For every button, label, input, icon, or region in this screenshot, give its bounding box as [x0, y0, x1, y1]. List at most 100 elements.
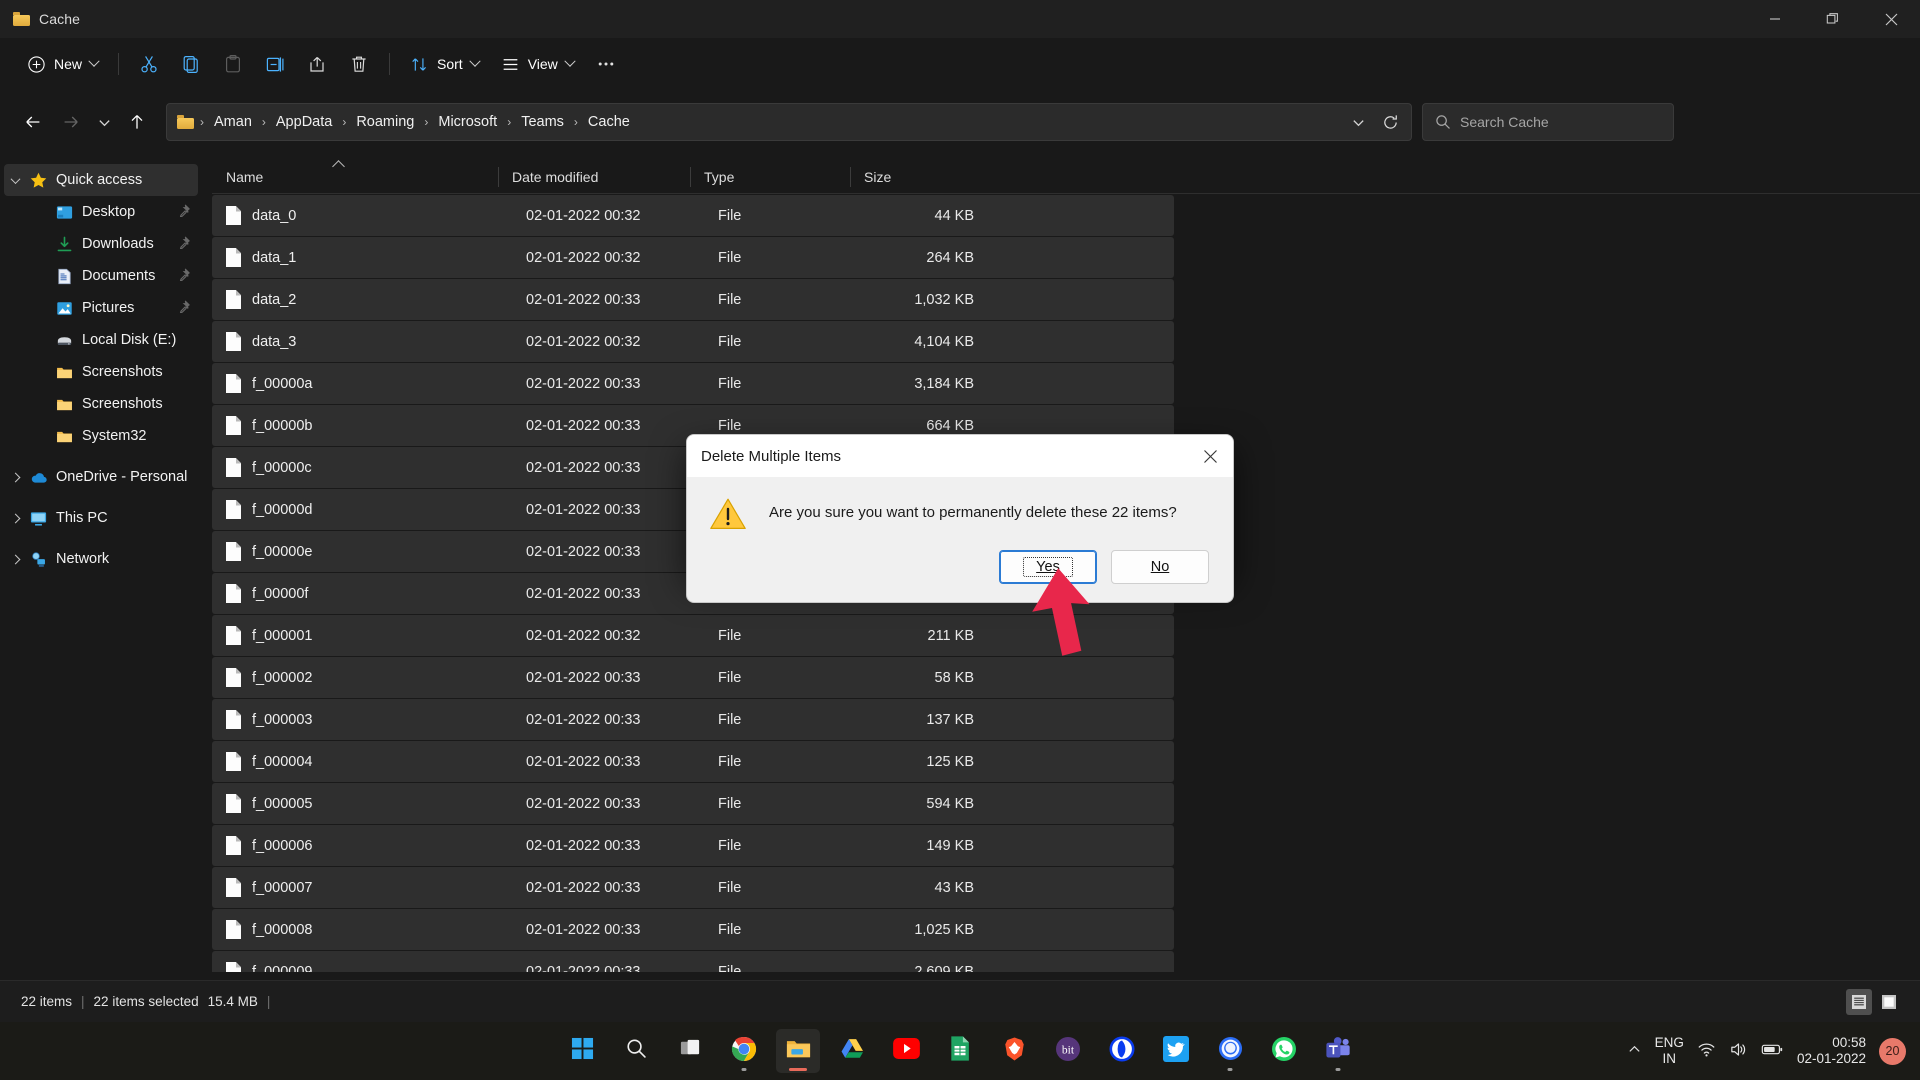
address-bar[interactable]: › Aman › AppData › Roaming › Microsoft › Teams › Ca…	[166, 103, 1412, 141]
file-name-cell[interactable]: f_00000c	[212, 458, 512, 477]
more-options-button[interactable]	[585, 45, 627, 83]
file-name-cell[interactable]: f_000009	[212, 962, 512, 972]
table-row[interactable]: f_000007 02-01-2022 00:33 File 43 KB	[212, 867, 1174, 908]
pin-icon[interactable]	[177, 235, 190, 253]
file-name-cell[interactable]: f_000001	[212, 626, 512, 645]
navigation-pane[interactable]: Quick access Desktop Downloads Documents Pic…	[0, 160, 204, 980]
paste-button[interactable]	[212, 45, 254, 83]
recent-locations-button[interactable]	[90, 103, 118, 141]
pin-icon[interactable]	[177, 267, 190, 285]
table-row[interactable]: f_000009 02-01-2022 00:33 File 2,609 KB	[212, 951, 1174, 972]
taskbar-search-taskbar[interactable]	[614, 1029, 658, 1073]
sidebar-item-documents[interactable]: Documents	[4, 260, 198, 292]
dialog-no-button[interactable]: No	[1111, 550, 1209, 584]
column-header-name[interactable]: Name	[212, 159, 498, 194]
view-button[interactable]: View	[490, 45, 585, 83]
dialog-close-button[interactable]	[1187, 435, 1233, 477]
column-header-size[interactable]: Size	[850, 160, 946, 194]
expander[interactable]	[4, 554, 26, 564]
back-button[interactable]	[14, 103, 52, 141]
tray-overflow-button[interactable]	[1627, 1042, 1642, 1060]
clock[interactable]: 00:58 02-01-2022	[1797, 1035, 1866, 1067]
file-name-cell[interactable]: f_00000d	[212, 500, 512, 519]
sidebar-item-system32[interactable]: System32	[4, 420, 198, 452]
breadcrumb-item-appdata[interactable]: AppData	[270, 110, 338, 134]
chevron-down-icon[interactable]	[10, 173, 20, 184]
sidebar-item-network[interactable]: Network	[4, 543, 198, 575]
taskbar-google-sheets[interactable]	[938, 1029, 982, 1073]
large-icons-view-button[interactable]	[1876, 989, 1902, 1015]
file-name-cell[interactable]: data_1	[212, 248, 512, 267]
table-row[interactable]: f_000005 02-01-2022 00:33 File 594 KB	[212, 783, 1174, 824]
table-row[interactable]: f_000001 02-01-2022 00:32 File 211 KB	[212, 615, 1174, 656]
file-name-cell[interactable]: f_000005	[212, 794, 512, 813]
address-dropdown-button[interactable]	[1343, 107, 1373, 137]
rename-button[interactable]	[254, 45, 296, 83]
notification-badge[interactable]: 20	[1879, 1037, 1906, 1065]
column-header-type[interactable]: Type	[690, 160, 850, 194]
taskbar-file-explorer[interactable]	[776, 1029, 820, 1073]
breadcrumb-item-roaming[interactable]: Roaming	[350, 110, 420, 134]
file-name-cell[interactable]: f_000006	[212, 836, 512, 855]
expander[interactable]	[4, 513, 26, 523]
wifi-button[interactable]	[1697, 1040, 1716, 1062]
table-row[interactable]: f_000002 02-01-2022 00:33 File 58 KB	[212, 657, 1174, 698]
sidebar-item-screenshots[interactable]: Screenshots	[4, 356, 198, 388]
pin-icon[interactable]	[177, 299, 190, 317]
cut-button[interactable]	[128, 45, 170, 83]
language-indicator[interactable]: ENG IN	[1655, 1035, 1684, 1066]
breadcrumb-item-cache[interactable]: Cache	[582, 110, 636, 134]
breadcrumb-item-teams[interactable]: Teams	[515, 110, 570, 134]
expander[interactable]	[4, 173, 26, 184]
chevron-right-icon[interactable]	[10, 513, 20, 523]
taskbar-google-drive[interactable]	[830, 1029, 874, 1073]
taskbar-signal[interactable]	[1208, 1029, 1252, 1073]
file-name-cell[interactable]: f_000004	[212, 752, 512, 771]
table-row[interactable]: f_000006 02-01-2022 00:33 File 149 KB	[212, 825, 1174, 866]
file-name-cell[interactable]: f_000007	[212, 878, 512, 897]
taskbar-whatsapp[interactable]	[1262, 1029, 1306, 1073]
sidebar-item-pictures[interactable]: Pictures	[4, 292, 198, 324]
file-name-cell[interactable]: f_00000b	[212, 416, 512, 435]
taskbar-microsoft-teams[interactable]	[1316, 1029, 1360, 1073]
sidebar-item-screenshots[interactable]: Screenshots	[4, 388, 198, 420]
table-row[interactable]: f_000008 02-01-2022 00:33 File 1,025 KB	[212, 909, 1174, 950]
taskbar-brave-browser[interactable]	[992, 1029, 1036, 1073]
sidebar-item-onedrive-personal[interactable]: OneDrive - Personal	[4, 461, 198, 493]
search-box[interactable]: Search Cache	[1422, 103, 1674, 141]
share-button[interactable]	[296, 45, 338, 83]
chevron-right-icon[interactable]	[10, 472, 20, 482]
taskbar-opera-browser[interactable]	[1100, 1029, 1144, 1073]
table-row[interactable]: data_3 02-01-2022 00:32 File 4,104 KB	[212, 321, 1174, 362]
file-name-cell[interactable]: f_000002	[212, 668, 512, 687]
dialog-yes-button[interactable]: Yes	[999, 550, 1097, 584]
file-name-cell[interactable]: f_00000a	[212, 374, 512, 393]
pin-icon[interactable]	[177, 203, 190, 221]
taskbar-bitly[interactable]: bit	[1046, 1029, 1090, 1073]
sort-button[interactable]: Sort	[399, 45, 490, 83]
table-row[interactable]: data_1 02-01-2022 00:32 File 264 KB	[212, 237, 1174, 278]
chevron-right-icon[interactable]	[10, 554, 20, 564]
taskbar-twitter[interactable]	[1154, 1029, 1198, 1073]
file-name-cell[interactable]: f_00000f	[212, 584, 512, 603]
taskbar-google-chrome[interactable]	[722, 1029, 766, 1073]
table-row[interactable]: data_0 02-01-2022 00:32 File 44 KB	[212, 195, 1174, 236]
details-view-button[interactable]	[1846, 988, 1872, 1015]
close-button[interactable]	[1862, 0, 1920, 38]
breadcrumb-item-microsoft[interactable]: Microsoft	[432, 110, 503, 134]
expander[interactable]	[4, 472, 26, 482]
column-header-date-modified[interactable]: Date modified	[498, 160, 690, 194]
copy-button[interactable]	[170, 45, 212, 83]
sidebar-item-local-disk-e[interactable]: Local Disk (E:)	[4, 324, 198, 356]
battery-button[interactable]	[1761, 1040, 1784, 1062]
file-name-cell[interactable]: data_2	[212, 290, 512, 309]
table-row[interactable]: f_00000a 02-01-2022 00:33 File 3,184 KB	[212, 363, 1174, 404]
file-name-cell[interactable]: f_00000e	[212, 542, 512, 561]
new-button[interactable]: New	[16, 45, 109, 83]
file-name-cell[interactable]: f_000008	[212, 920, 512, 939]
minimize-button[interactable]	[1746, 0, 1804, 38]
sidebar-item-downloads[interactable]: Downloads	[4, 228, 198, 260]
volume-button[interactable]	[1729, 1040, 1748, 1062]
taskbar-youtube[interactable]	[884, 1029, 928, 1073]
restore-button[interactable]	[1804, 0, 1862, 38]
